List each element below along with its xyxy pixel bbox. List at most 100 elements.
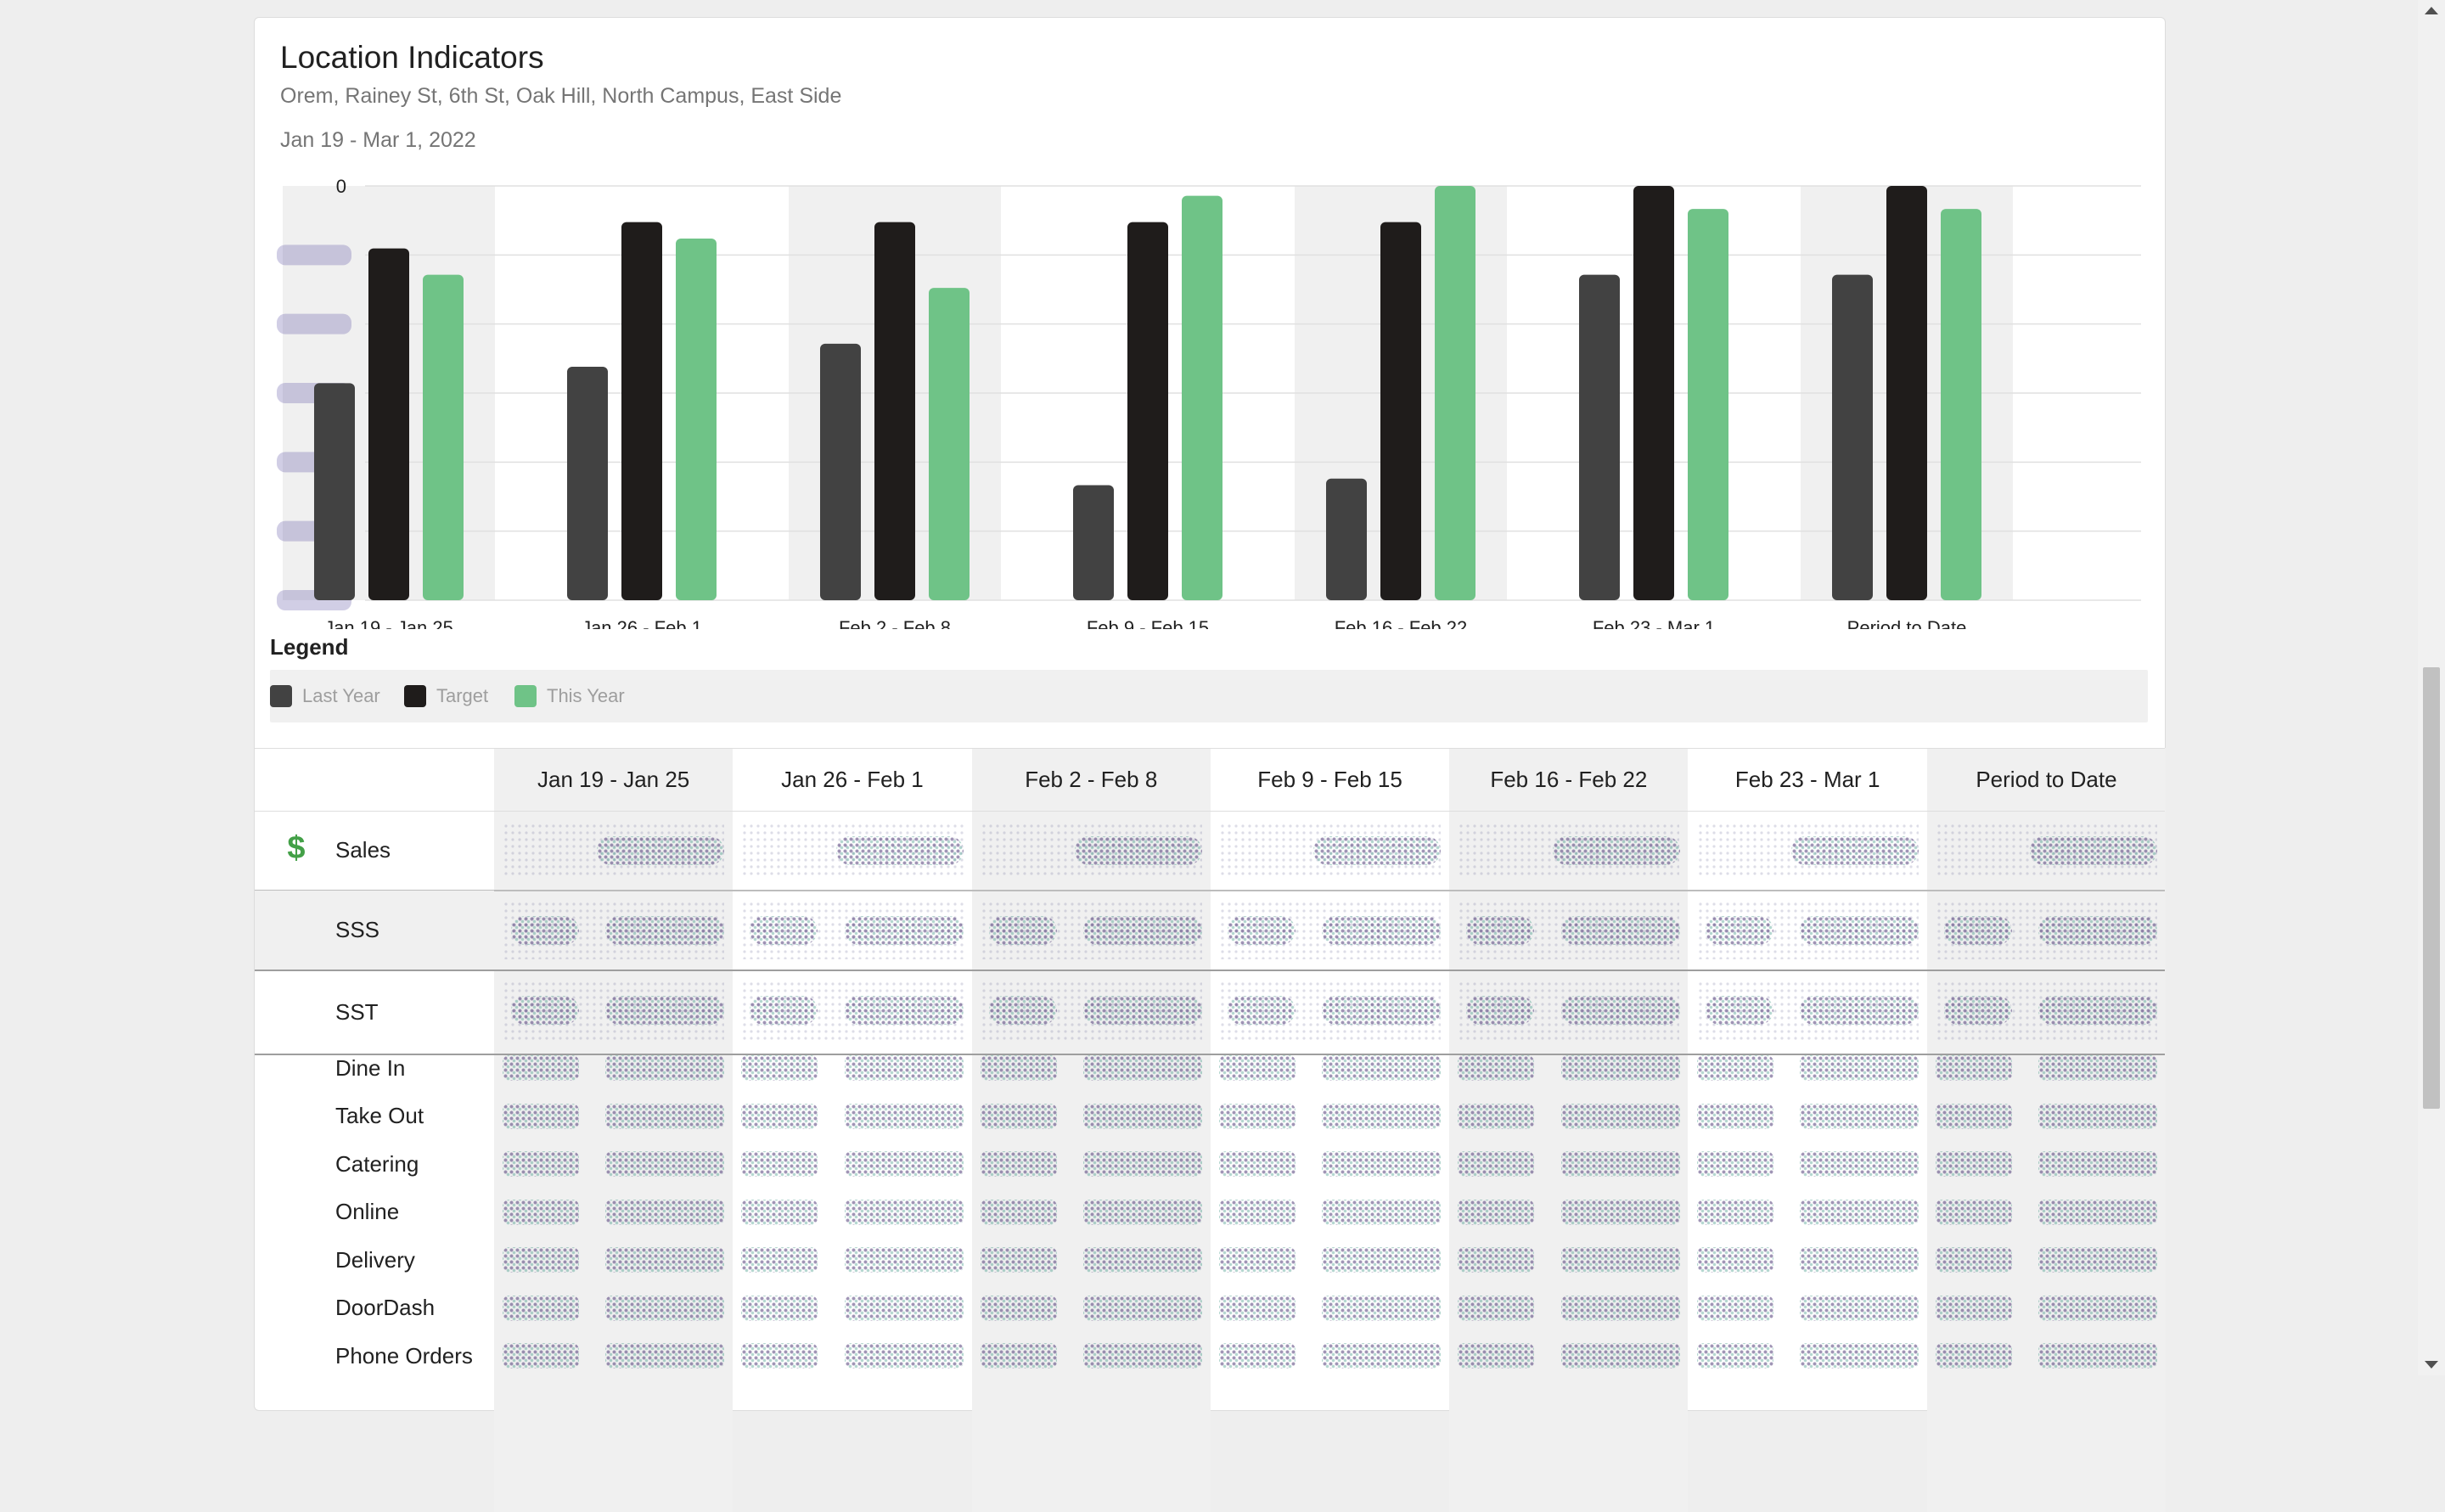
x-tick-label: Period to Date [1847,617,1967,629]
obscured-value [1799,1103,1919,1129]
obscured-value [1943,916,2012,945]
obscured-value [1696,1151,1773,1177]
obscured-value [605,1247,725,1273]
x-tick-label: Jan 26 - Feb 1 [582,617,702,629]
obscured-value [1696,1295,1773,1321]
bar-last-year [1326,478,1367,600]
y-tick-label-obscured [277,313,351,334]
scrollbar-thumb[interactable] [2423,667,2440,1109]
obscured-value [844,1103,964,1129]
obscured-value [605,1151,725,1177]
bar-this-year [1182,195,1222,600]
obscured-value [1082,1295,1202,1321]
column-header[interactable]: Feb 2 - Feb 8 [972,748,1211,811]
obscured-value [750,996,818,1025]
channel-row-label: Dine In [335,1054,406,1081]
obscured-value [1799,1151,1919,1177]
obscured-value [844,1343,964,1369]
obscured-value [1799,1055,1919,1081]
obscured-value [1082,916,1202,945]
obscured-value [1313,836,1442,865]
obscured-value [988,996,1057,1025]
obscured-value [1218,1247,1296,1273]
obscured-value [1799,1247,1919,1273]
scroll-down-arrow-icon[interactable] [2425,1361,2438,1369]
obscured-value [605,996,725,1025]
obscured-value [2038,1055,2158,1081]
column-header[interactable]: Feb 9 - Feb 15 [1211,748,1449,811]
obscured-value [1458,1295,1535,1321]
obscured-value [2038,1151,2158,1177]
obscured-value [1466,916,1535,945]
legend-item-last-year[interactable]: Last Year [270,670,380,722]
x-tick-label: Feb 9 - Feb 15 [1087,617,1209,629]
obscured-value [1082,1151,1202,1177]
obscured-value [1218,1055,1296,1081]
obscured-value [1227,916,1296,945]
obscured-value [1935,1199,2012,1225]
x-tick-label: Feb 23 - Mar 1 [1593,617,1715,629]
obscured-value [503,1343,579,1369]
row-border [255,970,2165,971]
obscured-value [1943,996,2012,1025]
bar-last-year [567,367,608,600]
scrollbar[interactable] [2418,0,2445,1375]
bar-this-year [423,274,464,600]
obscured-value [597,836,725,865]
obscured-value [1705,996,1773,1025]
obscured-value [1935,1247,2012,1273]
obscured-value [1322,1055,1442,1081]
channel-row-label: DoorDash [335,1295,436,1320]
obscured-value [1218,1343,1296,1369]
obscured-value [503,1103,579,1129]
legend-swatch [514,685,537,707]
column-header[interactable]: Period to Date [1927,748,2166,811]
obscured-value [1074,836,1202,865]
obscured-value [1705,916,1773,945]
bar-this-year [676,238,717,600]
obscured-value [1082,1247,1202,1273]
scroll-up-arrow-icon[interactable] [2425,7,2438,14]
column-header[interactable]: Jan 19 - Jan 25 [494,748,733,811]
obscured-value [980,1103,1057,1129]
channel-row-label: Delivery [335,1246,415,1273]
header-border [255,811,2165,812]
obscured-value [2038,1343,2158,1369]
obscured-value [503,1055,579,1081]
obscured-value [1322,916,1442,945]
column-header[interactable]: Feb 23 - Mar 1 [1689,748,1927,811]
legend-label: This Year [547,685,625,706]
bar-target [1886,186,1927,600]
obscured-value [980,1199,1057,1225]
obscured-value [1322,1247,1442,1273]
obscured-value [844,916,964,945]
obscured-value [1466,996,1535,1025]
obscured-value [1935,1295,2012,1321]
obscured-value [1935,1151,2012,1177]
obscured-value [1799,996,1919,1025]
obscured-value [1696,1199,1773,1225]
bar-target [1633,186,1674,600]
obscured-value [1790,836,1919,865]
obscured-value [741,1151,818,1177]
obscured-value [1082,1103,1202,1129]
legend-item-target[interactable]: Target [404,670,488,722]
y-tick-label-obscured [277,245,351,266]
obscured-value [1560,1199,1680,1225]
x-tick-label: Jan 19 - Jan 25 [324,617,453,629]
column-header[interactable]: Jan 26 - Feb 1 [733,748,971,811]
bar-this-year [1435,186,1475,600]
obscured-value [503,1295,579,1321]
obscured-value [741,1247,818,1273]
bar-target [368,248,409,600]
obscured-value [511,996,579,1025]
bar-last-year [314,383,355,600]
obscured-value [2038,916,2158,945]
obscured-value [605,916,725,945]
obscured-value [2030,836,2158,865]
obscured-value [1458,1199,1535,1225]
column-header[interactable]: Feb 16 - Feb 22 [1449,748,1688,811]
legend-item-this-year[interactable]: This Year [514,670,625,722]
channel-row-label: Online [335,1199,400,1224]
obscured-value [980,1295,1057,1321]
